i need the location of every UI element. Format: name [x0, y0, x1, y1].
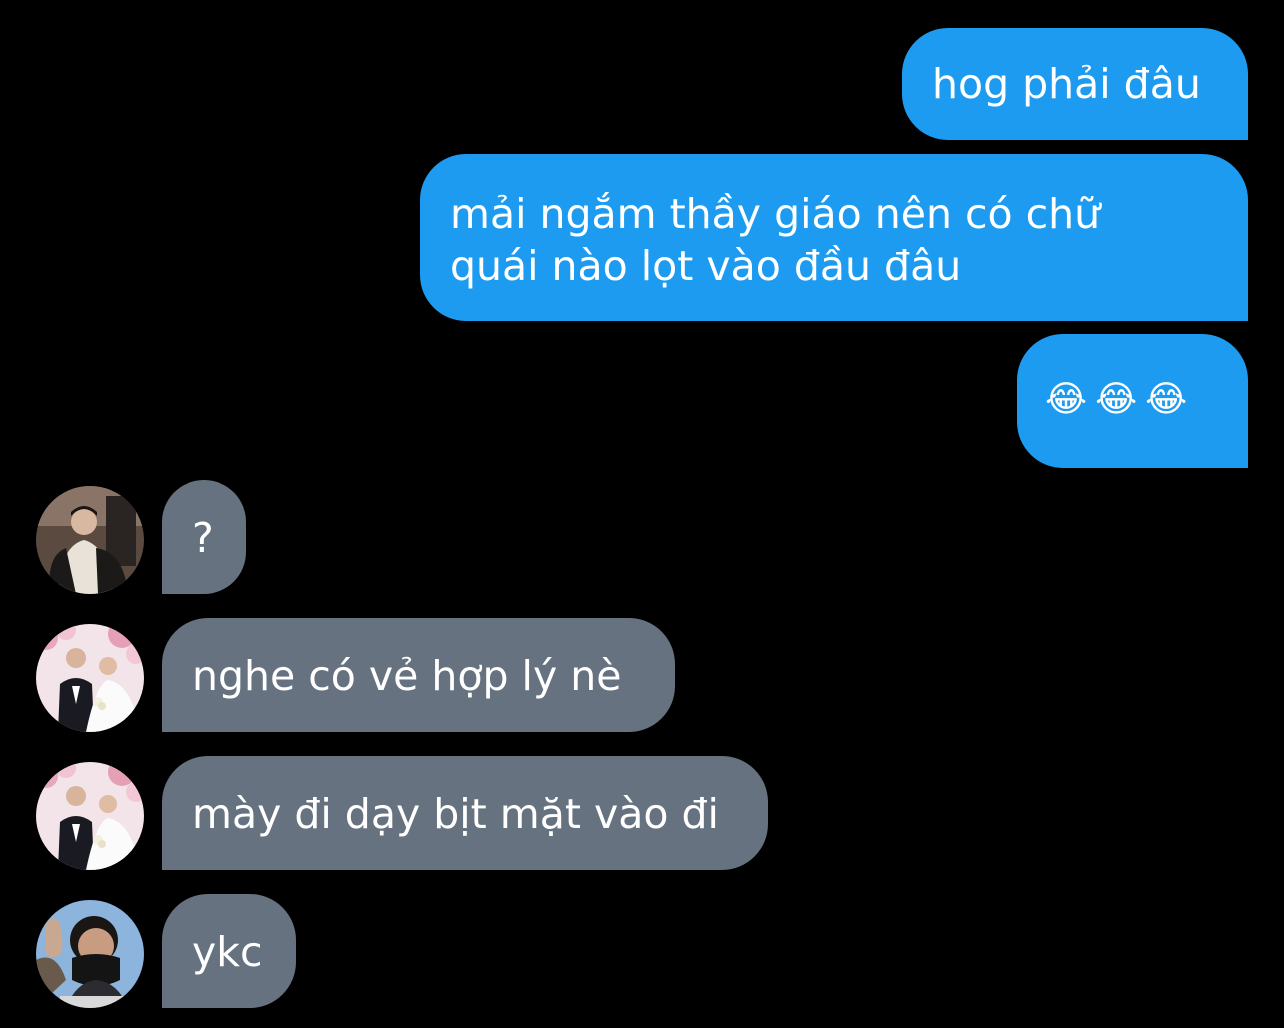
message-text: ? — [192, 514, 214, 562]
wedding-photo-avatar[interactable] — [36, 624, 144, 732]
message-text: nghe có vẻ hợp lý nè — [192, 652, 622, 700]
message-text: mải ngắm thầy giáo nên có chữ quái nào l… — [450, 190, 1101, 290]
message-text: hog phải đâu — [932, 60, 1201, 108]
emoji-message-text: 😂😂😂 — [1045, 379, 1196, 420]
sent-message-bubble[interactable]: mải ngắm thầy giáo nên có chữ quái nào l… — [420, 154, 1248, 321]
masked-selfie-avatar[interactable] — [36, 900, 144, 1008]
sent-message-bubble[interactable]: 😂😂😂 — [1017, 334, 1248, 468]
person-photo-avatar[interactable] — [36, 486, 144, 594]
received-message-bubble[interactable]: nghe có vẻ hợp lý nè — [162, 618, 675, 732]
received-message-bubble[interactable]: ykc — [162, 894, 296, 1008]
message-text: mày đi dạy bịt mặt vào đi — [192, 790, 719, 838]
sent-message-bubble[interactable]: hog phải đâu — [902, 28, 1248, 140]
message-text: ykc — [192, 928, 263, 976]
received-message-bubble[interactable]: ? — [162, 480, 246, 594]
received-message-bubble[interactable]: mày đi dạy bịt mặt vào đi — [162, 756, 768, 870]
wedding-photo-avatar[interactable] — [36, 762, 144, 870]
